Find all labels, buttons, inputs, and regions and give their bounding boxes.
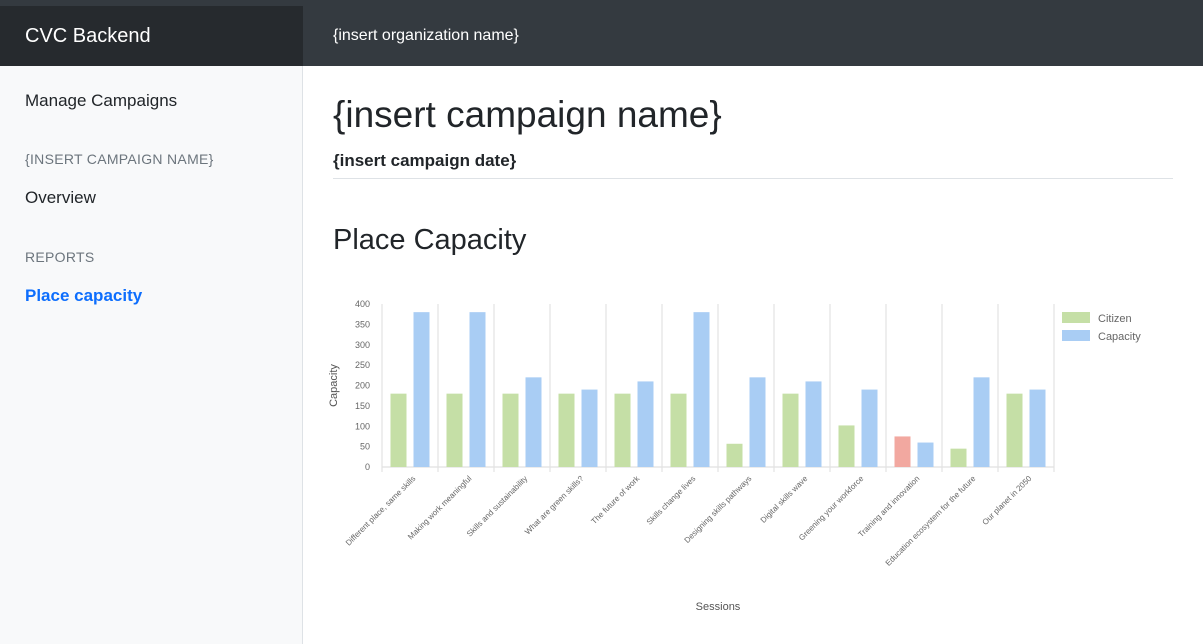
x-tick-label: Skills and sustainability xyxy=(465,474,530,539)
bar-citizen[interactable] xyxy=(558,393,575,467)
x-tick-label: Digital skills wave xyxy=(759,474,810,525)
legend-swatch xyxy=(1062,330,1090,341)
bar-capacity[interactable] xyxy=(973,377,990,467)
y-tick-label: 350 xyxy=(355,319,370,329)
campaign-date: {insert campaign date} xyxy=(333,151,517,170)
y-axis-label: Capacity xyxy=(328,364,340,407)
legend-label: Capacity xyxy=(1098,331,1141,343)
x-tick-label: Our planet in 2050 xyxy=(981,474,1034,527)
bar-capacity[interactable] xyxy=(749,377,766,467)
bar-citizen[interactable] xyxy=(390,393,407,467)
y-tick-label: 250 xyxy=(355,360,370,370)
legend-swatch xyxy=(1062,312,1090,323)
bar-capacity[interactable] xyxy=(525,377,542,467)
legend-label: Citizen xyxy=(1098,313,1132,325)
bar-capacity[interactable] xyxy=(413,312,430,467)
y-tick-label: 150 xyxy=(355,401,370,411)
bar-capacity[interactable] xyxy=(1029,389,1046,467)
bar-citizen[interactable] xyxy=(950,448,967,467)
x-axis-label: Sessions xyxy=(696,601,741,613)
divider xyxy=(333,178,1173,179)
bar-capacity[interactable] xyxy=(693,312,710,467)
bar-capacity[interactable] xyxy=(805,381,822,467)
bar-capacity[interactable] xyxy=(637,381,654,467)
x-tick-label: Skills change lives xyxy=(645,474,698,527)
y-tick-label: 100 xyxy=(355,421,370,431)
y-tick-label: 200 xyxy=(355,381,370,391)
x-tick-label: Education ecosystem for the future xyxy=(884,474,978,568)
x-tick-label: What are green skills? xyxy=(523,474,586,537)
place-capacity-chart: 0 50 100 150 200 250 300 350 400 Different place… xyxy=(328,299,1141,613)
x-axis-ticks: Different place, same skillsMaking work … xyxy=(344,473,1034,567)
sidebar-item-overview[interactable]: Overview xyxy=(25,188,96,208)
bar-citizen[interactable] xyxy=(782,393,799,467)
bar-citizen[interactable] xyxy=(670,393,687,467)
bar-capacity[interactable] xyxy=(469,312,486,467)
bar-citizen[interactable] xyxy=(726,443,743,467)
bar-capacity[interactable] xyxy=(861,389,878,467)
sidebar-heading-campaign: {INSERT CAMPAIGN NAME} xyxy=(25,151,214,167)
x-tick-label: Designing skills pathways xyxy=(683,474,754,545)
x-tick-label: Training and innovation xyxy=(856,474,921,539)
top-navbar: CVC Backend {insert organization name} xyxy=(0,0,1203,66)
sidebar-item-place-capacity[interactable]: Place capacity xyxy=(25,286,142,306)
chart-legend: Citizen Capacity xyxy=(1062,312,1141,343)
bar-citizen[interactable] xyxy=(502,393,519,467)
bar-capacity[interactable] xyxy=(581,389,598,467)
bar-citizen[interactable] xyxy=(838,425,855,467)
brand-logo[interactable]: CVC Backend xyxy=(0,6,303,66)
x-tick-label: The future of work xyxy=(589,473,642,526)
y-tick-label: 400 xyxy=(355,299,370,309)
y-tick-label: 0 xyxy=(365,462,370,472)
sidebar-heading-reports: REPORTS xyxy=(25,249,95,265)
organization-name: {insert organization name} xyxy=(333,27,519,44)
y-tick-label: 50 xyxy=(360,442,370,452)
sidebar-item-manage-campaigns[interactable]: Manage Campaigns xyxy=(25,91,177,111)
section-title: Place Capacity xyxy=(333,224,527,256)
bar-capacity[interactable] xyxy=(917,442,934,467)
page-title: {insert campaign name} xyxy=(333,94,722,135)
sidebar: Manage Campaigns {INSERT CAMPAIGN NAME} … xyxy=(0,66,303,644)
x-tick-label: Greening your workforce xyxy=(797,474,866,543)
bar-citizen[interactable] xyxy=(446,393,463,467)
bar-citizen[interactable] xyxy=(1006,393,1023,467)
y-tick-label: 300 xyxy=(355,340,370,350)
x-tick-label: Making work meaningful xyxy=(406,474,474,542)
bar-citizen[interactable] xyxy=(614,393,631,467)
bar-citizen[interactable] xyxy=(894,436,911,467)
y-axis-ticks: 0 50 100 150 200 250 300 350 400 xyxy=(355,299,370,472)
